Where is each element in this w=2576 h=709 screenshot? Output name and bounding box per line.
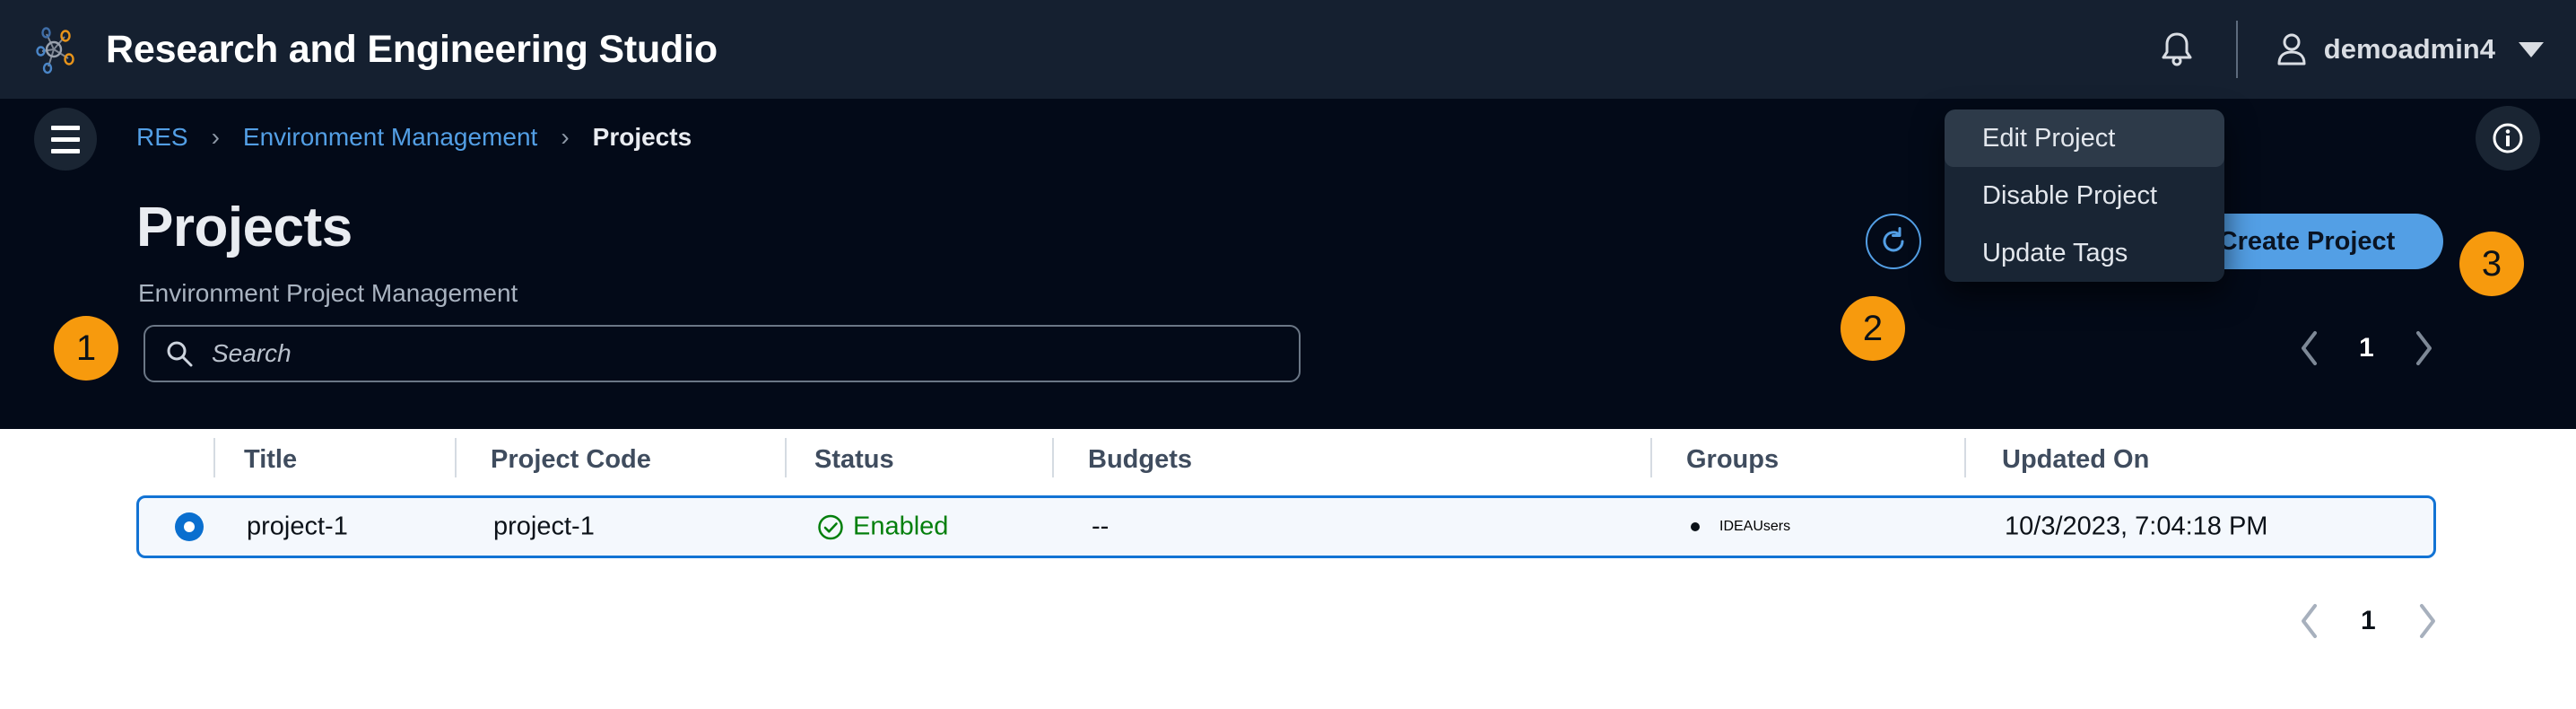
- group-name-label: IDEAUsers: [1719, 519, 1791, 534]
- search-box[interactable]: [144, 325, 1301, 382]
- breadcrumb-item-projects: Projects: [592, 123, 692, 151]
- hamburger-menu-button[interactable]: [34, 108, 97, 171]
- brand-area[interactable]: Research and Engineering Studio: [0, 22, 718, 77]
- pagination-next-icon[interactable]: [2414, 601, 2441, 641]
- row-select-radio[interactable]: [175, 512, 204, 541]
- breadcrumb-item-res[interactable]: RES: [136, 123, 188, 152]
- column-divider: [1964, 438, 1966, 477]
- callout-badge-2: 2: [1841, 296, 1905, 361]
- brand-title: Research and Engineering Studio: [106, 27, 718, 71]
- app-root: Research and Engineering Studio demoadmi…: [0, 0, 2576, 709]
- callout-badge-1: 1: [54, 316, 118, 381]
- actions-dropdown-menu: Edit Project Disable Project Update Tags: [1945, 109, 2224, 282]
- cell-budgets: --: [1092, 512, 1110, 541]
- pagination-prev-icon[interactable]: [2296, 328, 2323, 368]
- column-header-status[interactable]: Status: [814, 445, 894, 475]
- pagination-bottom: 1: [2296, 601, 2441, 641]
- status-label: Enabled: [853, 512, 949, 541]
- menu-item-update-tags[interactable]: Update Tags: [1945, 224, 2224, 282]
- column-header-updated-on[interactable]: Updated On: [2002, 445, 2149, 475]
- callout-badge-3: 3: [2459, 232, 2524, 296]
- page-title: Projects: [136, 197, 352, 258]
- table-row[interactable]: project-1 project-1 Enabled -- IDEAUsers…: [136, 495, 2436, 558]
- radio-dot: [184, 521, 195, 532]
- search-input[interactable]: [212, 339, 1299, 368]
- user-name-label: demoadmin4: [2323, 33, 2495, 65]
- check-circle-icon: [818, 514, 843, 539]
- pagination-page-1[interactable]: 1: [2361, 606, 2376, 636]
- info-button[interactable]: [2476, 106, 2540, 171]
- pagination-next-icon[interactable]: [2410, 328, 2437, 368]
- cell-title: project-1: [247, 512, 348, 541]
- hamburger-menu-icon: [51, 125, 80, 130]
- pagination-prev-icon[interactable]: [2296, 601, 2323, 641]
- user-avatar-icon: [2277, 33, 2306, 66]
- cell-groups: IDEAUsers: [1691, 519, 1790, 535]
- cell-project-code: project-1: [493, 512, 595, 541]
- page-subtitle: Environment Project Management: [138, 279, 518, 307]
- chevron-right-icon: ›: [211, 123, 220, 151]
- molecule-network-icon: [36, 27, 74, 74]
- column-header-budgets[interactable]: Budgets: [1088, 445, 1192, 475]
- status-badge: Enabled: [817, 512, 948, 542]
- bell-icon: [2162, 32, 2192, 66]
- menu-item-disable-project[interactable]: Disable Project: [1945, 167, 2224, 224]
- pagination-page-1[interactable]: 1: [2359, 333, 2374, 363]
- header-actions: demoadmin4: [2152, 0, 2544, 99]
- breadcrumb: RES › Environment Management › Projects: [136, 99, 692, 176]
- chevron-right-icon: ›: [561, 123, 570, 151]
- column-header-project-code[interactable]: Project Code: [491, 445, 651, 475]
- column-divider: [213, 438, 215, 477]
- projects-table: Title Project Code Status Budgets Groups…: [0, 429, 2576, 709]
- bullet-icon: [1691, 522, 1700, 531]
- notifications-button[interactable]: [2152, 24, 2202, 74]
- refresh-button[interactable]: [1866, 214, 1921, 269]
- column-divider: [1650, 438, 1652, 477]
- breadcrumb-item-environment-management[interactable]: Environment Management: [243, 123, 537, 152]
- pagination-top: 1: [2296, 328, 2437, 368]
- column-divider: [455, 438, 457, 477]
- hamburger-menu-icon: [51, 148, 80, 153]
- column-divider: [785, 438, 787, 477]
- user-menu-button[interactable]: demoadmin4: [2276, 31, 2544, 67]
- menu-item-edit-project[interactable]: Edit Project: [1945, 109, 2224, 167]
- create-project-label: Create Project: [2218, 226, 2396, 256]
- info-circle-icon: [2493, 123, 2523, 153]
- refresh-icon: [1883, 227, 1904, 252]
- cell-updated-on: 10/3/2023, 7:04:18 PM: [2005, 512, 2268, 541]
- column-header-title[interactable]: Title: [244, 445, 297, 475]
- hamburger-menu-icon: [51, 136, 80, 142]
- search-icon: [167, 341, 193, 367]
- column-divider: [1052, 438, 1054, 477]
- chevron-down-icon: [2519, 41, 2544, 57]
- header-divider: [2235, 21, 2238, 78]
- top-header-bar: Research and Engineering Studio demoadmi…: [0, 0, 2576, 99]
- column-header-groups[interactable]: Groups: [1686, 445, 1779, 475]
- table-header-row: Title Project Code Status Budgets Groups…: [0, 429, 2576, 486]
